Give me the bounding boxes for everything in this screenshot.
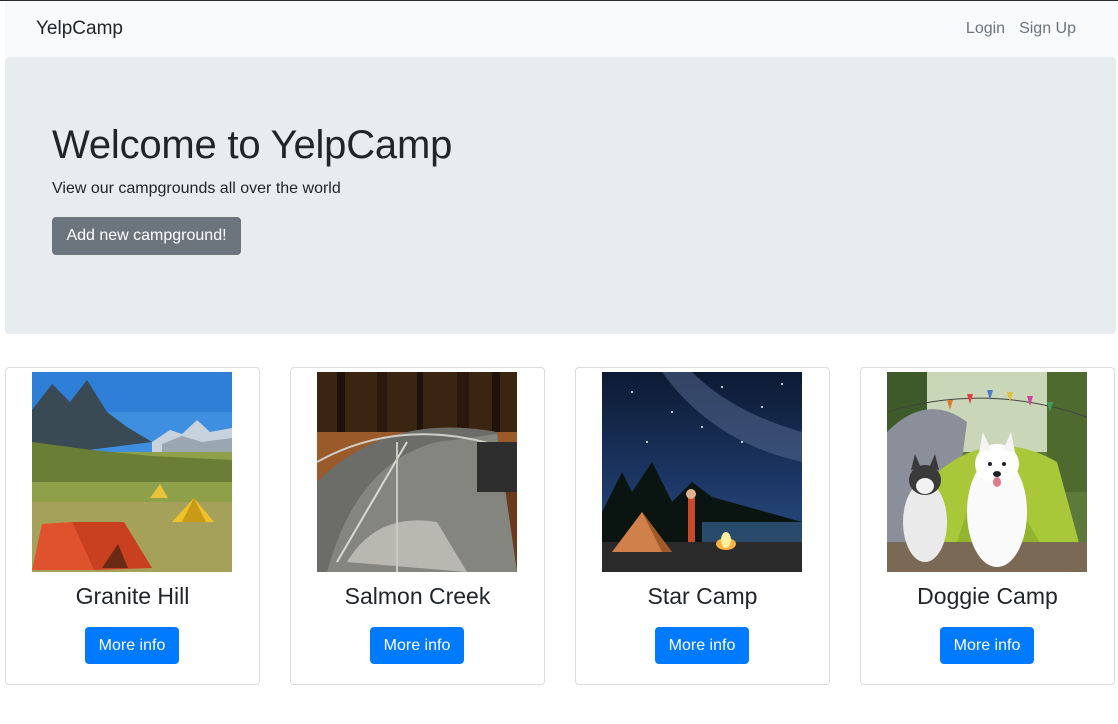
navbar: YelpCamp Login Sign Up xyxy=(5,1,1118,57)
page-subtitle: View our campgrounds all over the world xyxy=(52,180,341,197)
brand-link[interactable]: YelpCamp xyxy=(36,18,123,40)
jumbotron: Welcome to YelpCamp View our campgrounds… xyxy=(5,57,1116,334)
more-info-button[interactable]: More info xyxy=(655,627,749,664)
campground-name: Star Camp xyxy=(647,583,758,609)
more-info-button[interactable]: More info xyxy=(85,627,179,664)
campground-name: Salmon Creek xyxy=(344,583,491,609)
login-link[interactable]: Login xyxy=(966,20,1005,38)
more-info-button[interactable]: More info xyxy=(370,627,464,664)
campground-card-star-camp: Star Camp More info xyxy=(575,367,830,685)
signup-link[interactable]: Sign Up xyxy=(1019,20,1076,38)
campground-card-doggie-camp: Doggie Camp More info xyxy=(860,367,1115,685)
campground-name: Doggie Camp xyxy=(917,583,1058,609)
add-campground-button[interactable]: Add new campground! xyxy=(52,217,241,255)
campground-card-salmon-creek: Salmon Creek More info xyxy=(290,367,545,685)
campground-image[interactable] xyxy=(602,372,802,572)
campground-card-granite-hill: Granite Hill More info xyxy=(5,367,260,685)
campground-image[interactable] xyxy=(32,372,232,572)
nav-links: Login Sign Up xyxy=(966,20,1076,38)
campground-image[interactable] xyxy=(317,372,517,572)
campground-image[interactable] xyxy=(887,372,1087,572)
more-info-button[interactable]: More info xyxy=(940,627,1034,664)
campground-name: Granite Hill xyxy=(75,583,190,609)
page-title: Welcome to YelpCamp xyxy=(52,123,453,167)
